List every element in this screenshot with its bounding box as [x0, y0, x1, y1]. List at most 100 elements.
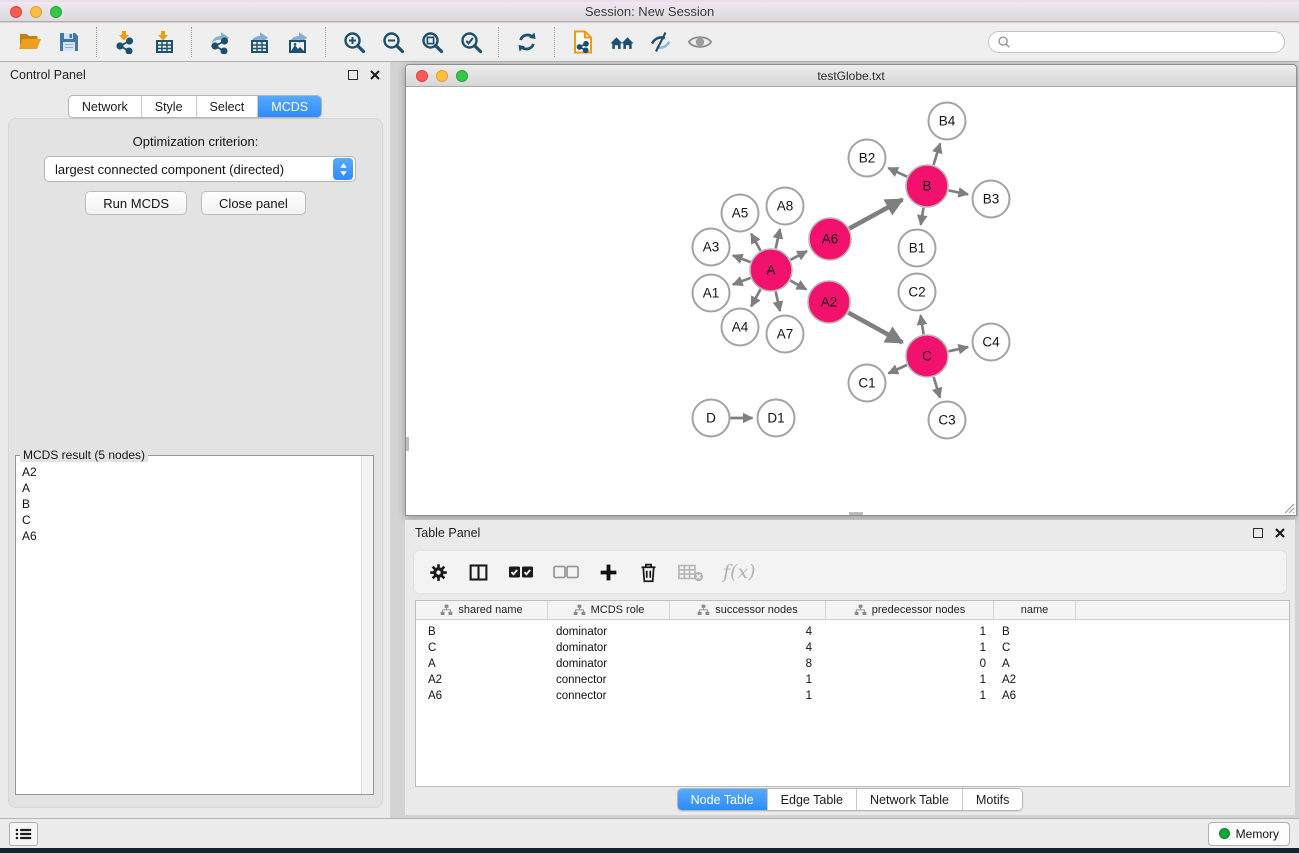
search-input[interactable] [1016, 35, 1276, 49]
edge-C-C4[interactable] [949, 347, 969, 351]
tab-mcds[interactable]: MCDS [258, 96, 321, 117]
resize-grip[interactable] [1283, 502, 1295, 514]
column-header-name[interactable]: name [994, 601, 1076, 619]
column-header-successor-nodes[interactable]: successor nodes [670, 601, 826, 619]
node-C4[interactable]: C4 [973, 324, 1010, 361]
edge-C-C2[interactable] [921, 315, 924, 334]
cell-predecessor-nodes[interactable]: 1 [826, 690, 994, 702]
float-table-panel-icon[interactable] [1253, 528, 1263, 538]
node-A2[interactable]: A2 [808, 281, 850, 323]
mcds-result-item[interactable]: C [22, 512, 361, 528]
node-A5[interactable]: A5 [722, 195, 759, 232]
column-header-mcds-role[interactable]: MCDS role [548, 601, 670, 619]
node-table[interactable]: shared nameMCDS rolesuccessor nodesprede… [415, 600, 1290, 787]
network-canvas[interactable]: B4B2BB3A8A5A6A3B1AA1C2A2A4A7C4CC1C3DD1 [406, 88, 1296, 515]
import-table-icon[interactable] [151, 30, 176, 55]
minimize-window-button[interactable] [30, 6, 42, 18]
save-session-icon[interactable] [56, 30, 81, 55]
cell-shared-name[interactable]: A [416, 658, 548, 670]
node-C[interactable]: C [906, 335, 948, 377]
node-B4[interactable]: B4 [929, 103, 966, 140]
tab-motifs[interactable]: Motifs [963, 789, 1022, 810]
edge-B-B3[interactable] [949, 190, 968, 194]
mcds-result-item[interactable]: B [22, 496, 361, 512]
zoom-window-button[interactable] [50, 6, 62, 18]
tab-select[interactable]: Select [197, 96, 259, 117]
cell-mcds-role[interactable]: dominator [548, 642, 670, 654]
node-D[interactable]: D [693, 400, 730, 437]
cell-name[interactable]: A6 [994, 690, 1076, 702]
tab-edge-table[interactable]: Edge Table [768, 789, 857, 810]
cell-name[interactable]: C [994, 642, 1076, 654]
node-D1[interactable]: D1 [758, 400, 795, 437]
split-panel-icon[interactable] [468, 560, 489, 584]
new-network-from-file-icon[interactable] [570, 30, 595, 55]
open-file-icon[interactable] [17, 30, 42, 55]
float-panel-icon[interactable] [348, 70, 358, 80]
node-A1[interactable]: A1 [693, 275, 730, 312]
hide-graphics-details-icon[interactable] [648, 30, 673, 55]
cell-mcds-role[interactable]: connector [548, 690, 670, 702]
cell-predecessor-nodes[interactable]: 1 [826, 642, 994, 654]
node-B[interactable]: B [906, 165, 948, 207]
node-C1[interactable]: C1 [849, 365, 886, 402]
edge-B-B2[interactable] [888, 168, 907, 177]
export-network-icon[interactable] [207, 30, 232, 55]
node-C3[interactable]: C3 [929, 402, 966, 439]
cell-name[interactable]: A [994, 658, 1076, 670]
mcds-result-item[interactable]: A [22, 480, 361, 496]
tab-network-table[interactable]: Network Table [857, 789, 963, 810]
cell-mcds-role[interactable]: connector [548, 674, 670, 686]
cell-predecessor-nodes[interactable]: 1 [826, 674, 994, 686]
run-mcds-button[interactable]: Run MCDS [85, 191, 187, 215]
node-B1[interactable]: B1 [899, 230, 936, 267]
zoom-out-icon[interactable] [380, 30, 405, 55]
edge-A2-C[interactable] [848, 313, 902, 343]
edge-C-C1[interactable] [888, 365, 907, 373]
edge-A-A3[interactable] [733, 255, 751, 262]
node-A7[interactable]: A7 [767, 316, 804, 353]
cell-successor-nodes[interactable]: 4 [670, 626, 826, 638]
edge-A-A7[interactable] [776, 292, 780, 312]
refresh-icon[interactable] [514, 30, 539, 55]
network-graph[interactable]: B4B2BB3A8A5A6A3B1AA1C2A2A4A7C4CC1C3DD1 [406, 88, 1296, 515]
close-table-panel-icon[interactable] [1275, 528, 1285, 538]
node-C2[interactable]: C2 [899, 274, 936, 311]
column-header-predecessor-nodes[interactable]: predecessor nodes [826, 601, 994, 619]
edge-A-A8[interactable] [776, 229, 780, 249]
cell-shared-name[interactable]: C [416, 642, 548, 654]
memory-button[interactable]: Memory [1208, 822, 1290, 846]
mcds-result-item[interactable]: A2 [22, 464, 361, 480]
cell-shared-name[interactable]: A2 [416, 674, 548, 686]
search-field[interactable] [988, 31, 1285, 53]
edge-C-C3[interactable] [934, 377, 940, 398]
cell-predecessor-nodes[interactable]: 0 [826, 658, 994, 670]
network-close-button[interactable] [416, 70, 428, 82]
edge-A-A4[interactable] [751, 289, 760, 306]
select-all-columns-icon[interactable] [508, 560, 534, 584]
edge-A-A6[interactable] [791, 251, 808, 260]
mcds-result-item[interactable]: A6 [22, 528, 361, 544]
cell-successor-nodes[interactable]: 1 [670, 674, 826, 686]
node-A3[interactable]: A3 [693, 229, 730, 266]
cell-shared-name[interactable]: B [416, 626, 548, 638]
close-window-button[interactable] [10, 6, 22, 18]
network-zoom-button[interactable] [456, 70, 468, 82]
table-row[interactable]: Bdominator41B [416, 624, 1289, 640]
cell-successor-nodes[interactable]: 1 [670, 690, 826, 702]
cell-name[interactable]: B [994, 626, 1076, 638]
result-scrollbar[interactable] [361, 456, 373, 794]
edge-B-B4[interactable] [934, 143, 941, 165]
cell-successor-nodes[interactable]: 4 [670, 642, 826, 654]
zoom-in-icon[interactable] [341, 30, 366, 55]
tab-network[interactable]: Network [69, 96, 142, 117]
show-graphics-details-icon[interactable] [687, 30, 712, 55]
table-row[interactable]: A6connector11A6 [416, 688, 1289, 704]
network-window-titlebar[interactable]: testGlobe.txt [406, 65, 1296, 87]
node-B2[interactable]: B2 [849, 140, 886, 177]
task-history-button[interactable] [9, 822, 38, 846]
export-table-icon[interactable] [246, 30, 271, 55]
cell-mcds-role[interactable]: dominator [548, 658, 670, 670]
cell-name[interactable]: A2 [994, 674, 1076, 686]
criterion-dropdown[interactable]: largest connected component (directed) [44, 156, 356, 182]
